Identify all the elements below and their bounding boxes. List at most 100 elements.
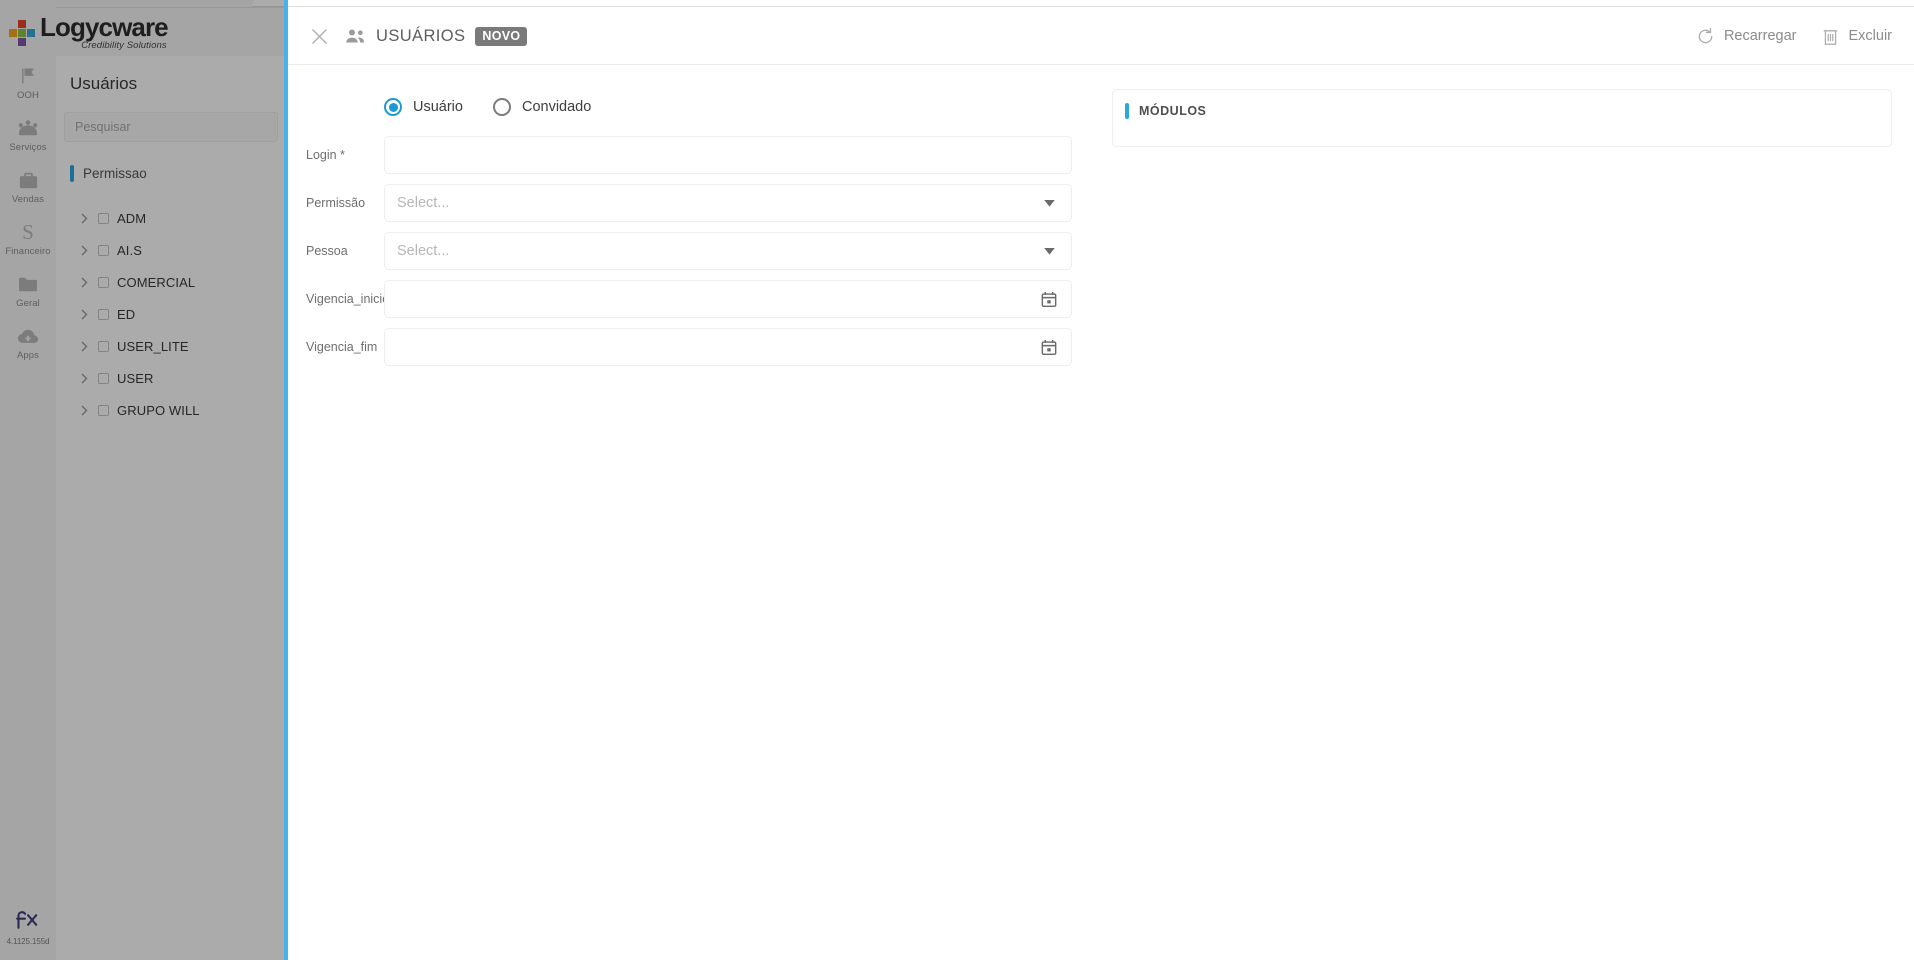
tree-item-user[interactable]: USER (56, 362, 286, 394)
sidebar-item-apps[interactable]: Apps (0, 316, 56, 368)
tree-item-label: COMERCIAL (117, 274, 196, 290)
dollar-s-icon: S (22, 220, 34, 244)
fx-infinity-icon (15, 910, 41, 935)
browser-top-strip-inner (252, 0, 1914, 7)
tree-item-checkbox[interactable] (98, 276, 109, 288)
tree-item-label: ED (117, 306, 136, 322)
reload-icon (1696, 27, 1715, 46)
chevron-down-icon[interactable] (1039, 241, 1059, 261)
tree-item-label: ADM (117, 210, 147, 226)
user-type-radio-group: Usuário Convidado (306, 89, 1088, 116)
modal-header: USUÁRIOS NOVO Recarregar Excluir (288, 7, 1914, 65)
tree-item-label: USER (117, 370, 154, 386)
pessoa-select[interactable]: Select... (384, 232, 1072, 270)
tree-item-label: GRUPO WILL (117, 402, 200, 418)
calendar-icon[interactable] (1039, 289, 1059, 309)
delete-button[interactable]: Excluir (1822, 27, 1892, 46)
permission-section-label: Permissao (83, 165, 147, 181)
field-vigencia-fim: Vigencia_fim (306, 328, 1088, 366)
sidebar-item-geral[interactable]: Geral (0, 264, 56, 316)
delete-button-label: Excluir (1848, 28, 1892, 44)
reload-button[interactable]: Recarregar (1696, 27, 1797, 46)
pessoa-select-placeholder: Select... (397, 243, 450, 259)
tree-item-checkbox[interactable] (98, 308, 109, 320)
plus-logo-icon (8, 19, 36, 47)
tree-item-user-lite[interactable]: USER_LITE (56, 330, 286, 362)
close-icon[interactable] (308, 25, 330, 47)
radio-convidado-label: Convidado (521, 99, 592, 115)
modules-column: MÓDULOS (1088, 89, 1914, 960)
search-input-placeholder: Pesquisar (75, 120, 131, 134)
vigencia-inicio-input[interactable] (384, 280, 1072, 318)
tree-item-checkbox[interactable] (98, 340, 109, 352)
tree-item-comercial[interactable]: COMERCIAL (56, 266, 286, 298)
permission-section-header: Permissao (56, 162, 286, 184)
chevron-right-icon[interactable] (78, 244, 90, 256)
tree-item-checkbox[interactable] (98, 404, 109, 416)
user-form-modal: USUÁRIOS NOVO Recarregar Excluir Usuário… (288, 7, 1914, 960)
permissao-select-placeholder: Select... (397, 195, 450, 211)
tree-item-ais[interactable]: AI.S (56, 234, 286, 266)
search-input[interactable]: Pesquisar (64, 112, 278, 142)
cloud-plus-icon (15, 325, 41, 347)
modal-title: USUÁRIOS (376, 26, 466, 45)
briefcase-icon (15, 169, 41, 191)
modules-accent-bar (1125, 103, 1129, 119)
field-pessoa: Pessoa Select... (306, 232, 1088, 270)
crown-icon (15, 117, 41, 139)
radio-usuario-label: Usuário (413, 99, 463, 115)
permission-accent-bar (70, 164, 74, 182)
radio-usuario[interactable]: Usuário (384, 98, 463, 116)
sidebar-item-geral-label: Geral (16, 298, 40, 309)
tree-item-ed[interactable]: ED (56, 298, 286, 330)
tree-item-checkbox[interactable] (98, 372, 109, 384)
calendar-icon[interactable] (1039, 337, 1059, 357)
field-login-label: Login * (306, 148, 345, 162)
users-list-panel: Usuários Pesquisar Permissao ADM AI.S CO… (56, 56, 287, 960)
sidebar-item-financeiro[interactable]: S Financeiro (0, 212, 56, 264)
modal-body: Usuário Convidado Login * Permissão Sele… (288, 65, 1914, 960)
brand-tagline: Credibility Solutions (81, 39, 167, 51)
sidebar-item-ooh[interactable]: OOH (0, 56, 56, 108)
radio-convidado-circle[interactable] (492, 98, 511, 116)
tree-item-adm[interactable]: ADM (56, 202, 286, 234)
tree-item-label: AI.S (117, 242, 142, 258)
radio-usuario-circle[interactable] (384, 98, 402, 116)
folder-icon (15, 273, 41, 295)
icon-rail: OOH Serviços Vendas S Financeiro Geral A… (0, 0, 56, 960)
sidebar-item-apps-label: Apps (16, 350, 40, 361)
chevron-right-icon[interactable] (78, 372, 90, 384)
chevron-right-icon[interactable] (78, 308, 90, 320)
chevron-right-icon[interactable] (78, 276, 90, 288)
sidebar-item-vendas[interactable]: Vendas (0, 160, 56, 212)
user-form: Usuário Convidado Login * Permissão Sele… (288, 89, 1088, 960)
vigencia-fim-input[interactable] (384, 328, 1072, 366)
radio-convidado[interactable]: Convidado (492, 98, 592, 116)
tree-item-checkbox[interactable] (98, 244, 109, 256)
sidebar-item-ooh-label: OOH (17, 90, 39, 101)
brand-name: Logycware (40, 11, 169, 42)
permissao-select[interactable]: Select... (384, 184, 1072, 222)
field-permissao-label: Permissão (306, 196, 366, 210)
field-login: Login * (306, 136, 1088, 174)
modules-panel-body (1113, 122, 1891, 136)
modules-panel-header: MÓDULOS (1113, 100, 1891, 122)
chevron-right-icon[interactable] (78, 340, 90, 352)
login-input[interactable] (384, 136, 1072, 174)
chevron-right-icon[interactable] (78, 404, 90, 416)
tree-item-label: USER_LITE (117, 338, 189, 354)
tree-item-checkbox[interactable] (98, 212, 109, 224)
tree-item-grupo-will[interactable]: GRUPO WILL (56, 394, 286, 426)
status-badge: NOVO (475, 26, 528, 46)
sidebar-item-servicos[interactable]: Serviços (0, 108, 56, 160)
field-pessoa-label: Pessoa (306, 244, 348, 258)
chevron-right-icon[interactable] (78, 212, 90, 224)
modules-panel: MÓDULOS (1112, 89, 1892, 147)
rail-footer: 4.1125.155d (6, 910, 50, 960)
reload-button-label: Recarregar (1723, 28, 1797, 44)
field-vigencia-inicio-label: Vigencia_inicio (306, 292, 390, 306)
field-permissao: Permissão Select... (306, 184, 1088, 222)
app-version-label: 4.1125.155d (6, 937, 50, 946)
brand-logo[interactable]: Logycware Credibility Solutions (0, 8, 287, 56)
chevron-down-icon[interactable] (1039, 193, 1059, 213)
